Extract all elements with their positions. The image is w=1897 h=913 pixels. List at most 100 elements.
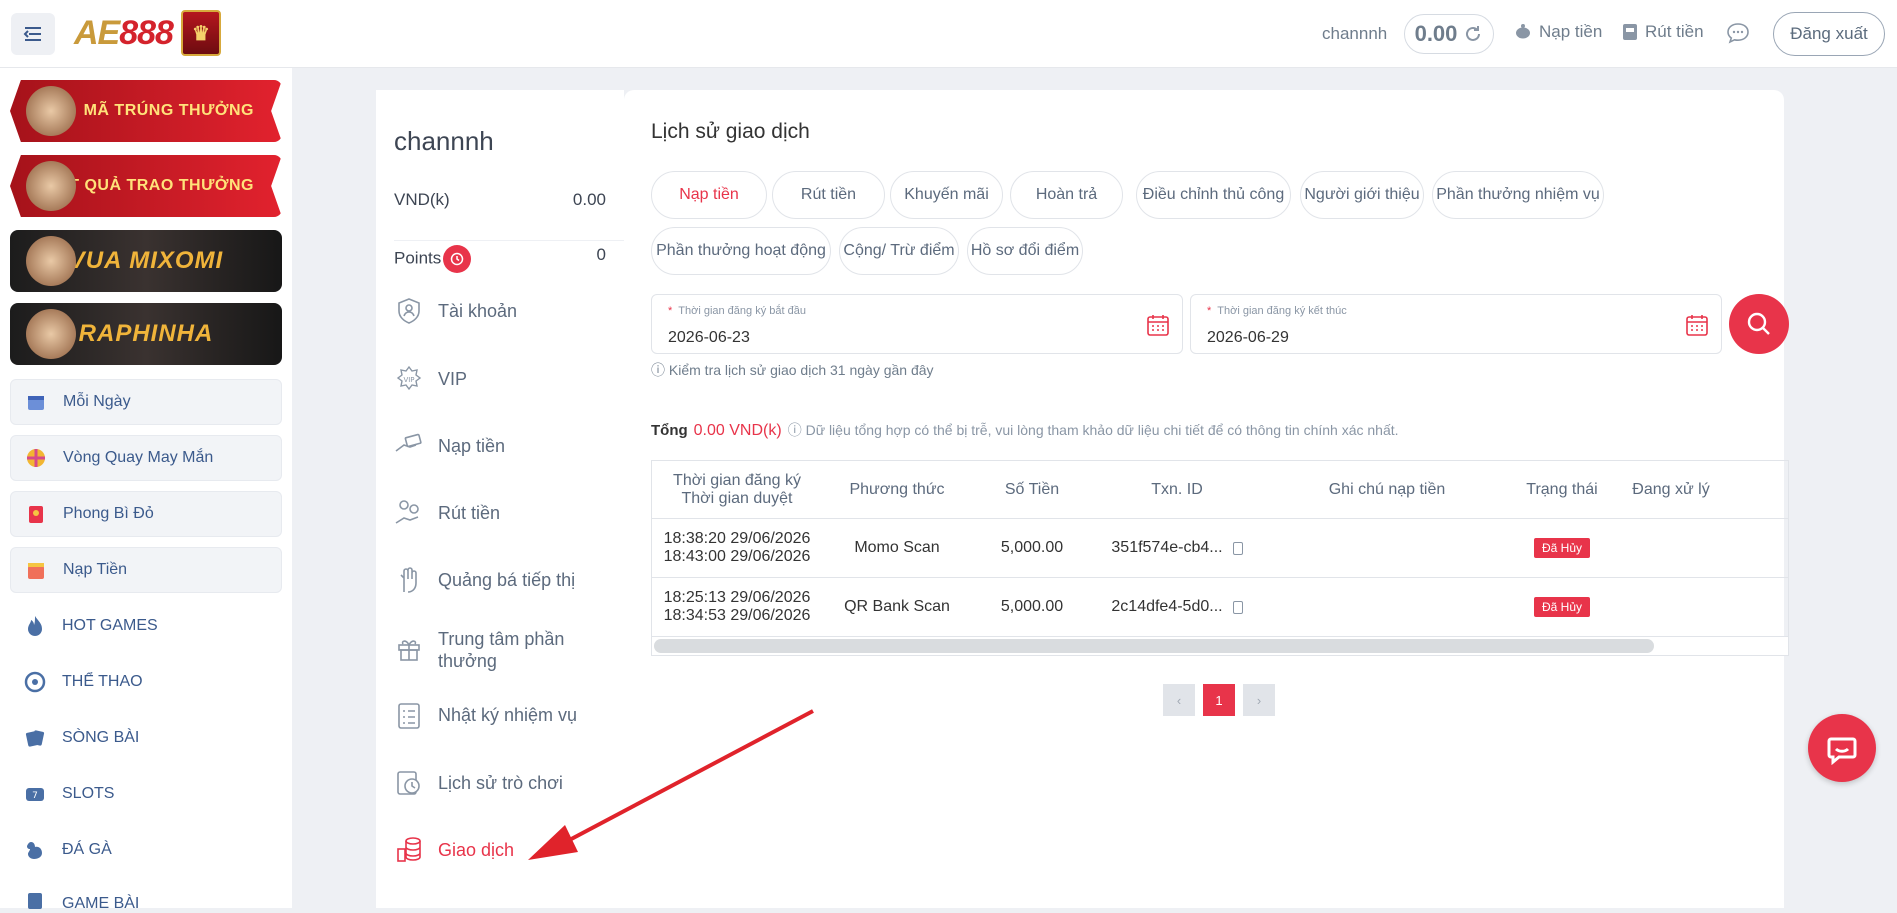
search-button[interactable] (1729, 294, 1789, 354)
live-chat-button[interactable] (1808, 714, 1876, 782)
copy-icon[interactable] (1232, 541, 1243, 555)
end-date-field[interactable]: * Thời gian đăng ký kết thúc 2026-06-29 (1190, 294, 1722, 354)
nav-label: Nhật ký nhiệm vụ (438, 704, 578, 725)
sidebar-item-lucky-wheel[interactable]: Vòng Quay May Mắn (10, 435, 282, 481)
sidebar-item-label: Nạp Tiền (63, 561, 128, 578)
nav-withdraw[interactable]: Rút tiền (394, 498, 614, 528)
refresh-icon[interactable] (1463, 24, 1483, 44)
nav-reward-center[interactable]: Trung tâm phần thưởng (394, 628, 614, 672)
banner-award-results[interactable]: KẾT QUẢ TRAO THƯỞNG (10, 155, 282, 217)
nav-account[interactable]: Tài khoản (394, 296, 614, 326)
sidebar-item-daily[interactable]: Mỗi Ngày (10, 379, 282, 425)
status-badge: Đã Hủy (1533, 538, 1590, 558)
pagination: ‹ 1 › (1163, 684, 1275, 716)
vnd-balance-row: VND(k) 0.00 (394, 190, 606, 210)
sidebar-item-label: THỂ THAO (62, 673, 143, 690)
nav-game-history[interactable]: Lịch sử trò chơi (394, 768, 614, 798)
sidebar-item-casino[interactable]: SÒNG BÀI (10, 715, 282, 761)
svg-text:VIP: VIP (403, 376, 414, 384)
sidebar-item-deposit[interactable]: Nạp Tiền (10, 547, 282, 593)
approved-time: 18:34:53 29/06/2026 (663, 607, 811, 624)
tab-points-adjust[interactable]: Cộng/ Trừ điểm (839, 227, 959, 275)
transactions-table: Thời gian đăng ký Thời gian duyệt Phương … (651, 460, 1789, 656)
banner-mixomi[interactable]: VUA MIXOMI (10, 230, 282, 292)
tab-activity-reward[interactable]: Phần thưởng hoạt động (651, 227, 831, 275)
sidebar-item-red-envelope[interactable]: Phong Bì Đỏ (10, 491, 282, 537)
trophy-icon (26, 161, 76, 211)
nav-affiliate[interactable]: Quảng bá tiếp thị (394, 565, 614, 595)
nav-transactions[interactable]: Giao dịch (394, 835, 614, 865)
logout-button[interactable]: Đăng xuất (1773, 12, 1885, 56)
approved-time: 18:43:00 29/06/2026 (663, 548, 811, 565)
nav-deposit[interactable]: Nạp tiền (394, 431, 614, 461)
col-txn-header: Txn. ID (1151, 480, 1203, 498)
banner-winning-code[interactable]: MÃ TRÚNG THƯỞNG (10, 80, 282, 142)
sidebar-item-slots[interactable]: 7 SLOTS (10, 771, 282, 817)
piggy-bank-icon (1516, 24, 1530, 39)
tab-manual-adjustment[interactable]: Điều chỉnh thủ công (1136, 171, 1291, 219)
tab-points-exchange[interactable]: Hồ sơ đổi điểm (967, 227, 1083, 275)
vnd-value: 0.00 (572, 190, 606, 209)
red-envelope-icon (23, 501, 49, 527)
cell-txn: 2c14dfe4-5d0... (1092, 598, 1262, 616)
calendar-icon[interactable] (1146, 313, 1170, 337)
nav-label: VIP (438, 368, 468, 389)
prev-page-button[interactable]: ‹ (1163, 684, 1195, 716)
col-approved-time-label: Thời gian duyệt (681, 489, 793, 507)
clock-icon[interactable] (443, 245, 472, 273)
points-row: Points 0 (394, 240, 624, 280)
banner-label: VUA MIXOMI (68, 247, 224, 274)
sidebar-item-label: SLOTS (62, 785, 115, 802)
status-badge: Đã Hủy (1533, 597, 1590, 617)
slot-machine-icon: 7 (22, 781, 48, 807)
sidebar-item-label: Phong Bì Đỏ (63, 505, 154, 522)
cell-method: QR Bank Scan (844, 598, 950, 615)
menu-toggle-button[interactable] (11, 13, 55, 55)
table-row[interactable]: 18:25:13 29/06/2026 18:34:53 29/06/2026 Q… (652, 578, 1788, 637)
header-deposit-link[interactable]: Nạp tiền (1513, 22, 1602, 42)
coin-stack-icon (394, 835, 424, 865)
nav-vip[interactable]: VIP VIP (394, 364, 614, 394)
start-date-label: Thời gian đăng ký bắt đầu (678, 305, 806, 317)
calendar-icon[interactable] (1685, 313, 1709, 337)
copy-icon[interactable] (1232, 600, 1243, 614)
tab-mission-reward[interactable]: Phần thưởng nhiệm vụ (1432, 171, 1604, 219)
vip-badge-icon: VIP (394, 364, 424, 394)
table-horizontal-scrollbar[interactable] (652, 637, 1788, 655)
wheel-icon (23, 445, 49, 471)
balance-pill[interactable]: 0.00 (1404, 14, 1494, 54)
nav-mission-log[interactable]: Nhật ký nhiệm vụ (394, 700, 614, 730)
sidebar-item-sports[interactable]: THỂ THAO (10, 659, 282, 705)
end-date-value: 2026-06-29 (1207, 329, 1289, 346)
cell-method: Momo Scan (854, 539, 940, 556)
banner-raphinha[interactable]: RAPHINHA (10, 303, 282, 365)
account-username: channnh (394, 126, 494, 156)
logo-text-ae: AE (74, 13, 120, 52)
clipboard-list-icon (394, 700, 424, 730)
tab-promotion[interactable]: Khuyến mãi (890, 171, 1003, 219)
scrollbar-thumb[interactable] (654, 639, 1654, 653)
nav-label: Tài khoản (438, 300, 518, 321)
col-method-header: Phương thức (849, 480, 945, 498)
sidebar-item-card-games[interactable]: GAME BÀI (10, 883, 282, 913)
header-withdraw-link[interactable]: Rút tiền (1621, 22, 1704, 42)
nav-label: Lịch sử trò chơi (438, 772, 563, 793)
next-page-button[interactable]: › (1243, 684, 1275, 716)
account-nav-panel: channnh VND(k) 0.00 Points 0 Tài khoản V… (376, 90, 624, 908)
tab-referrer[interactable]: Người giới thiệu (1300, 171, 1424, 219)
sidebar-item-cockfight[interactable]: ĐÁ GÀ (10, 827, 282, 873)
tab-withdraw[interactable]: Rút tiền (772, 171, 885, 219)
page-1-button[interactable]: 1 (1203, 684, 1235, 716)
brand-logo[interactable]: AE888 ♛ (74, 8, 221, 58)
start-date-field[interactable]: * Thời gian đăng ký bắt đầu 2026-06-23 (651, 294, 1183, 354)
tab-deposit[interactable]: Nạp tiền (651, 171, 767, 219)
chat-button[interactable] (1726, 22, 1750, 44)
table-row[interactable]: 18:38:20 29/06/2026 18:43:00 29/06/2026 M… (652, 519, 1788, 578)
vnd-label: VND(k) (394, 190, 450, 209)
soccer-ball-icon (22, 669, 48, 695)
col-time-header: Thời gian đăng ký Thời gian duyệt (652, 472, 822, 508)
sidebar-item-hot-games[interactable]: HOT GAMES (10, 603, 282, 649)
tab-rebate[interactable]: Hoàn trả (1010, 171, 1123, 219)
transaction-history-panel: Lịch sử giao dịch Nạp tiền Rút tiền Khuy… (624, 90, 1789, 908)
total-summary: Tổng 0.00 VND(k) ⓘ Dữ liệu tổng hợp có thể… (651, 422, 1399, 439)
